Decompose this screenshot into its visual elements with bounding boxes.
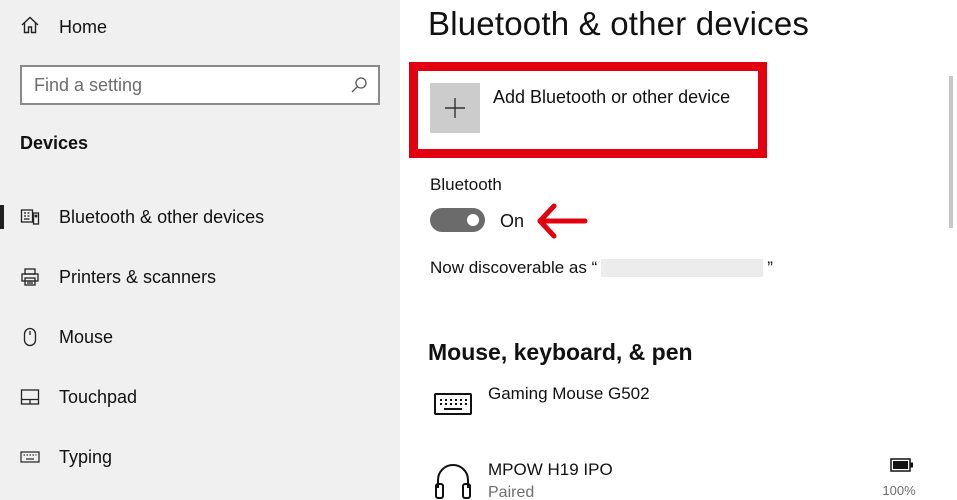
page-title: Bluetooth & other devices (428, 5, 810, 42)
main-content: Bluetooth & other devices Add Bluetooth … (400, 0, 957, 500)
bluetooth-toggle[interactable] (430, 208, 485, 232)
add-device-label: Add Bluetooth or other device (493, 87, 731, 107)
discoverable-suffix: ” (767, 258, 773, 277)
add-device-button[interactable]: Add Bluetooth or other device (430, 83, 730, 133)
sidebar-item-label: Bluetooth & other devices (59, 206, 265, 227)
sidebar-item-label: Mouse (59, 326, 114, 347)
mouse-icon (20, 327, 40, 347)
battery-indicator: 100% (882, 458, 917, 498)
discoverable-prefix: Now discoverable as “ (430, 258, 598, 277)
search-input[interactable] (34, 67, 334, 103)
toggle-knob (467, 214, 479, 226)
redacted-device-name (601, 259, 764, 277)
battery-percent: 100% (882, 483, 916, 498)
section-title: Devices (20, 133, 89, 153)
device-item[interactable]: MPOW H19 IPO Paired 100% (430, 458, 930, 500)
selection-indicator (0, 205, 4, 229)
sidebar-item-mouse[interactable]: Mouse (0, 315, 400, 359)
headphones-icon (435, 464, 471, 499)
device-name: Gaming Mouse G502 (488, 384, 650, 403)
plus-icon (430, 83, 480, 133)
keyboard-device-icon (434, 393, 472, 415)
device-status: Paired (488, 484, 535, 500)
section-heading: Mouse, keyboard, & pen (428, 339, 693, 365)
bluetooth-label: Bluetooth (430, 175, 502, 194)
sidebar-item-bluetooth[interactable]: Bluetooth & other devices (0, 195, 400, 239)
touchpad-icon (20, 387, 40, 407)
battery-full-icon (890, 458, 913, 472)
keyboard-icon (20, 447, 40, 467)
discoverable-text: Now discoverable as “ ” (430, 258, 773, 278)
sidebar-item-typing[interactable]: Typing (0, 435, 400, 479)
home-label: Home (59, 16, 108, 37)
sidebar: Home Devices Bluetooth & other devices (0, 0, 400, 500)
sidebar-item-label: Touchpad (59, 386, 138, 407)
device-name: MPOW H19 IPO (488, 460, 613, 479)
device-item[interactable]: Gaming Mouse G502 (430, 384, 930, 434)
printer-icon (20, 267, 40, 287)
sidebar-item-label: Printers & scanners (59, 266, 217, 287)
search-box[interactable] (20, 65, 380, 105)
sidebar-item-printers[interactable]: Printers & scanners (0, 255, 400, 299)
sidebar-item-label: Typing (59, 446, 113, 467)
sidebar-item-touchpad[interactable]: Touchpad (0, 375, 400, 419)
toggle-state-label: On (500, 211, 525, 231)
search-icon[interactable] (350, 76, 368, 94)
home-link[interactable]: Home (20, 14, 107, 40)
annotation-arrow-icon (537, 203, 588, 239)
scrollbar-thumb[interactable] (949, 76, 953, 228)
bluetooth-devices-icon (20, 207, 40, 227)
home-icon (20, 15, 40, 40)
